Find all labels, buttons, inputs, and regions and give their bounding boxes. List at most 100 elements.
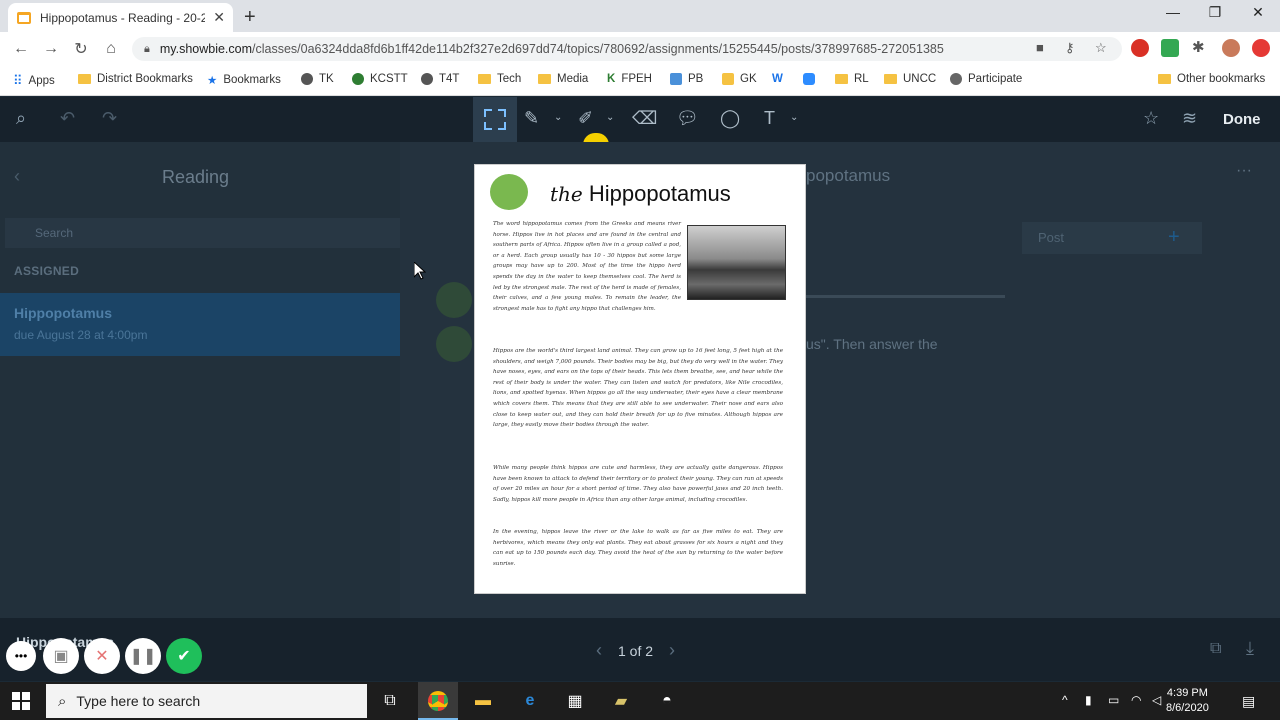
pen-icon[interactable]: ✎ xyxy=(524,108,539,129)
comment-icon[interactable]: 💬︎ xyxy=(676,108,699,129)
add-icon[interactable]: + xyxy=(1168,226,1180,249)
more-icon: ••• xyxy=(14,649,28,663)
wifi-icon[interactable]: ◠ xyxy=(1131,693,1141,707)
cancel-recording-button[interactable]: ✕ xyxy=(84,638,120,674)
back-button[interactable]: ← xyxy=(6,40,36,58)
folder-icon xyxy=(538,74,551,84)
webcam-toggle-button[interactable]: ▣ xyxy=(43,638,79,674)
more-options-icon[interactable]: ··· xyxy=(1236,162,1252,180)
bookmark-participate[interactable]: Participate xyxy=(950,73,1022,85)
extension-icon[interactable] xyxy=(1131,39,1149,57)
bookmark-kcstt[interactable]: KCSTT xyxy=(352,73,408,85)
bookmark-tech[interactable]: Tech xyxy=(478,73,521,85)
bookmark-district[interactable]: District Bookmarks xyxy=(78,73,193,85)
star-icon[interactable]: ☆ xyxy=(1143,108,1159,129)
url-host: my.showbie.com xyxy=(159,42,253,56)
extension-icon[interactable] xyxy=(1252,39,1270,57)
post-label: Post xyxy=(1038,230,1065,245)
microphone-icon[interactable]: ▮ xyxy=(1085,693,1092,707)
minimize-button[interactable]: — xyxy=(1158,4,1188,20)
app-icon[interactable]: ▰ xyxy=(609,690,633,712)
windows-start-icon[interactable] xyxy=(12,692,30,710)
puzzle-icon[interactable]: ✱ xyxy=(1192,38,1205,56)
bookmark-gk[interactable]: GK xyxy=(722,73,757,85)
extension-icon[interactable] xyxy=(1161,39,1179,57)
duplicate-icon[interactable]: ⧉ xyxy=(1210,640,1221,658)
photos-icon[interactable]: ◓ xyxy=(655,690,679,712)
close-window-button[interactable]: ✕ xyxy=(1243,4,1273,21)
volume-icon[interactable]: ◁ xyxy=(1152,693,1161,707)
forward-button[interactable]: → xyxy=(36,40,66,58)
redo-icon[interactable]: ↷ xyxy=(102,108,117,129)
bookmark-fpeh[interactable]: K FPEH xyxy=(607,73,652,85)
bookmark-w[interactable]: W xyxy=(772,73,789,85)
store-icon[interactable]: ▦ xyxy=(563,690,587,712)
back-chevron-icon[interactable]: ‹ xyxy=(14,166,20,187)
fullscreen-button[interactable] xyxy=(473,97,517,142)
bookmark-pb[interactable]: PB xyxy=(670,73,703,85)
browser-tab[interactable]: Hippopotamus - Reading - 20-21 ✕ xyxy=(8,3,233,32)
document-page[interactable]: the Hippopotamus The word hippopotamus c… xyxy=(474,164,806,594)
bookmark-tk[interactable]: TK xyxy=(301,73,334,85)
chevron-down-icon[interactable]: ⌄ xyxy=(554,112,562,123)
camera-icon[interactable]: ■ xyxy=(1036,40,1044,55)
k-logo-icon: K xyxy=(607,73,616,85)
star-icon: ★ xyxy=(207,75,218,87)
show-hidden-icons-icon[interactable]: ^ xyxy=(1062,693,1068,707)
text-tool-icon[interactable]: T xyxy=(764,108,775,129)
instruction-text: us". Then answer the xyxy=(806,336,938,352)
pause-recording-button[interactable]: ❚❚ xyxy=(125,638,161,674)
apps-grid-icon: ⠿ xyxy=(13,73,23,88)
more-button[interactable]: ••• xyxy=(6,641,36,671)
site-icon xyxy=(670,73,682,85)
highlighter-icon[interactable]: ✐ xyxy=(578,108,593,129)
file-explorer-icon[interactable]: ▬ xyxy=(471,690,495,712)
battery-icon[interactable]: ▭ xyxy=(1108,693,1119,707)
paragraph: In the evening, hippos leave the river o… xyxy=(493,529,783,567)
layers-icon[interactable]: ≋ xyxy=(1182,108,1197,129)
restore-button[interactable]: ❐ xyxy=(1200,4,1230,21)
bookmark-other[interactable]: Other bookmarks xyxy=(1158,73,1265,85)
undo-icon[interactable]: ↶ xyxy=(60,108,75,129)
download-icon[interactable]: ⤓ xyxy=(1246,638,1254,659)
new-tab-button[interactable]: + xyxy=(244,6,256,29)
zoom-search-icon[interactable]: ⌕ xyxy=(16,108,26,129)
reload-button[interactable]: ↻ xyxy=(66,39,96,59)
notifications-icon[interactable]: ▤ xyxy=(1242,693,1255,710)
bookmark-apps[interactable]: ⠿ Apps xyxy=(13,73,55,89)
profile-avatar[interactable] xyxy=(1222,39,1240,57)
tab-close-icon[interactable]: ✕ xyxy=(213,9,225,26)
bookmark-t4t[interactable]: T4T xyxy=(421,73,459,85)
finish-recording-button[interactable]: ✔ xyxy=(166,638,202,674)
edge-icon[interactable]: e xyxy=(518,690,542,712)
home-button[interactable]: ⌂ xyxy=(96,40,126,58)
key-icon[interactable]: ⚷ xyxy=(1065,40,1075,56)
site-icon xyxy=(722,73,734,85)
done-button[interactable]: Done xyxy=(1223,111,1261,128)
prev-page-icon[interactable]: ‹ xyxy=(596,640,602,661)
site-icon xyxy=(352,73,364,85)
task-view-icon[interactable]: ⧉ xyxy=(378,690,402,712)
bookmark-zoom[interactable] xyxy=(803,73,821,85)
assignment-item[interactable] xyxy=(0,293,400,356)
address-bar[interactable]: 🔒︎ my.showbie.com/classes/0a6324dda8fd6b… xyxy=(132,37,1122,61)
bookmark-uncc[interactable]: UNCC xyxy=(884,73,936,85)
document-title: the Hippopotamus xyxy=(550,181,731,206)
taskbar-clock[interactable]: 4:39 PM 8/6/2020 xyxy=(1166,686,1209,716)
search-input[interactable]: Search xyxy=(5,218,400,248)
panel-title: Reading xyxy=(162,167,230,187)
globe-icon xyxy=(301,73,313,85)
bookmark-rl[interactable]: RL xyxy=(835,73,869,85)
eraser-icon[interactable]: ⌫ xyxy=(632,108,657,129)
taskbar-search-input[interactable]: ⌕ Type here to search xyxy=(46,684,367,718)
chrome-icon xyxy=(428,691,448,711)
chevron-down-icon[interactable]: ⌄ xyxy=(606,112,614,123)
chevron-down-icon[interactable]: ⌄ xyxy=(790,112,798,123)
bookmark-bookmarks[interactable]: ★ Bookmarks xyxy=(207,73,281,87)
next-page-icon[interactable]: › xyxy=(669,640,675,661)
voice-note-icon[interactable]: ◯ xyxy=(720,108,740,129)
star-icon[interactable]: ☆ xyxy=(1095,40,1107,56)
tab-title: Hippopotamus - Reading - 20-21 xyxy=(40,10,206,25)
bookmark-media[interactable]: Media xyxy=(538,73,588,85)
audio-progress-track[interactable] xyxy=(805,295,1005,298)
